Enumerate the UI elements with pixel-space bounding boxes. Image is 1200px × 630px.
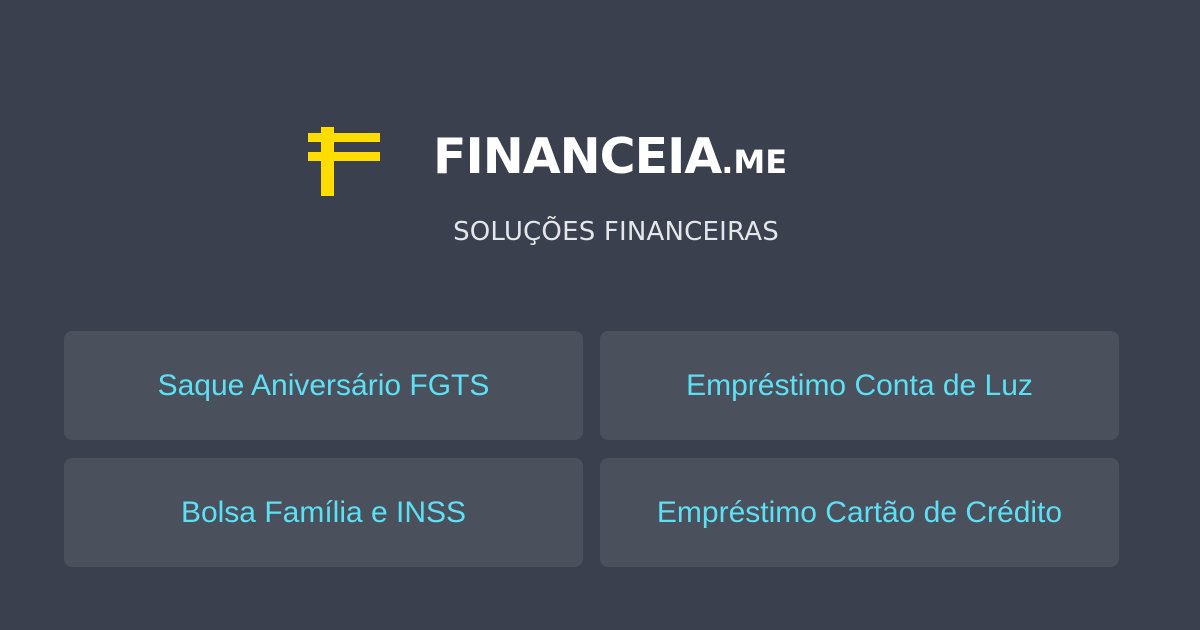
link-card-bolsa-familia-inss[interactable]: Bolsa Família e INSS [64,458,583,567]
link-card-label: Bolsa Família e INSS [180,495,467,529]
link-card-emprestimo-cartao-de-credito[interactable]: Empréstimo Cartão de Crédito [600,458,1119,567]
brand-name: FINANCEIA [433,128,722,185]
link-card-label: Empréstimo Conta de Luz [686,368,1033,402]
link-card-label: Empréstimo Cartão de Crédito [656,495,1063,529]
link-card-emprestimo-conta-de-luz[interactable]: Empréstimo Conta de Luz [600,331,1119,440]
brand-tld: .ME [721,143,788,181]
brand-wordmark: FINANCEIA.ME [433,128,787,188]
stylized-f-icon [308,127,380,196]
link-card-label: Saque Aniversário FGTS [157,368,490,402]
link-card-saque-aniversario-fgts[interactable]: Saque Aniversário FGTS [64,331,583,440]
tagline: SOLUÇÕES FINANCEIRAS [453,217,779,247]
